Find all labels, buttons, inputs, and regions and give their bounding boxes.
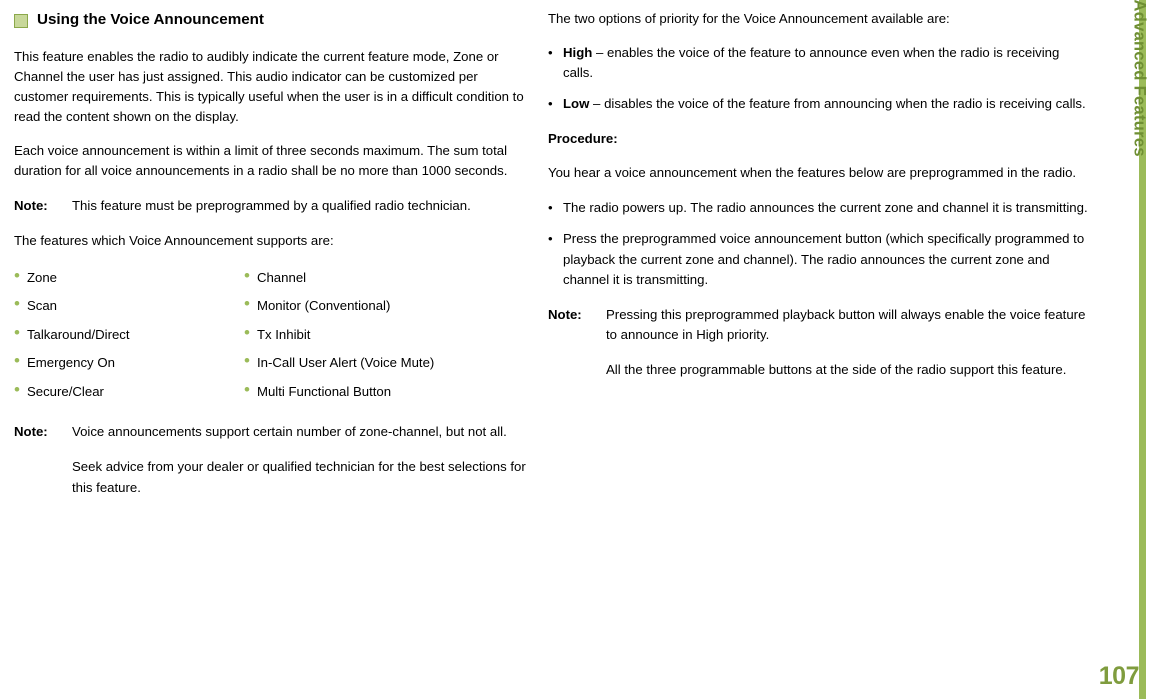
bullet-dot-icon: • [244, 351, 250, 371]
feature-label: Channel [256, 269, 307, 285]
paragraph-duration-limits: Each voice announcement is within a limi… [14, 143, 508, 179]
list-item: • In-Call User Alert (Voice Mute) [244, 351, 534, 373]
document-page: Using the Voice Announcement This featur… [0, 0, 1169, 699]
list-item: • Channel [244, 265, 534, 288]
feature-label: In-Call User Alert (Voice Mute) [256, 355, 435, 371]
option-name: Low [563, 96, 590, 112]
section-marker-icon [14, 13, 28, 28]
note-preprogramming: Note: This feature must be preprogrammed… [14, 196, 534, 216]
list-item: • Multi Functional Button [244, 379, 534, 402]
list-item: • Emergency On [14, 351, 244, 373]
procedure-heading: Procedure: [548, 131, 618, 147]
list-item: • Secure/Clear [14, 379, 244, 402]
bullet-dot-icon: • [14, 322, 20, 342]
note-zone-channel-support: Note: Voice announcements support certai… [14, 422, 534, 497]
list-item: • Zone [14, 265, 244, 288]
paragraph-priority-intro: The two options of priority for the Voic… [548, 11, 950, 26]
right-column: The two options of priority for the Voic… [548, 0, 1088, 380]
table-row: • Emergency On • In-Call User Alert (Voi… [14, 350, 534, 379]
option-dash: – [595, 45, 604, 61]
list-item: • Tx Inhibit [244, 322, 534, 345]
feature-label: Talkaround/Direct [26, 326, 130, 342]
option-description: disables the voice of the feature from a… [604, 96, 1086, 112]
bullet-dot-icon: • [14, 351, 20, 371]
list-item: • Scan [14, 294, 244, 316]
note-text: This feature must be preprogrammed by a … [72, 198, 471, 214]
sidebar-accent-bar-lower [1139, 630, 1146, 699]
note-text-primary: Pressing this preprogrammed playback but… [606, 306, 1086, 342]
step-text: The radio powers up. The radio announces… [563, 200, 1088, 216]
chapter-label: Advanced Features [1130, 0, 1149, 157]
bullet-dot-icon: • [548, 231, 553, 247]
list-item: • Talkaround/Direct [14, 322, 244, 345]
bullet-dot-icon: • [244, 265, 250, 285]
note-body: This feature must be preprogrammed by a … [72, 196, 534, 216]
page-number: 107 [1098, 662, 1140, 690]
option-dash: – [593, 96, 601, 112]
supported-features-table: • Zone • Channel • Scan • Monitor (Conve… [14, 265, 534, 408]
feature-label: Tx Inhibit [256, 326, 311, 342]
note-text-secondary: All the three programmable buttons at th… [606, 361, 1067, 377]
feature-label: Emergency On [26, 355, 115, 371]
bullet-dot-icon: • [14, 379, 20, 399]
note-text-primary: Voice announcements support certain numb… [72, 424, 507, 440]
bullet-dot-icon: • [244, 322, 250, 342]
table-row: • Scan • Monitor (Conventional) [14, 293, 534, 322]
option-name: High [563, 45, 593, 61]
bullet-dot-icon: • [244, 294, 250, 314]
note-label: Note: [14, 424, 48, 440]
note-label: Note: [548, 306, 582, 322]
note-body: Voice announcements support certain numb… [72, 422, 534, 497]
list-item: • Monitor (Conventional) [244, 294, 534, 316]
note-text-secondary: Seek advice from your dealer or qualifie… [72, 459, 526, 495]
left-column: Using the Voice Announcement This featur… [14, 0, 534, 498]
option-description: enables the voice of the feature to anno… [563, 45, 1060, 81]
list-item-step-power-up: • The radio powers up. The radio announc… [548, 198, 1088, 218]
list-item-high-priority: • High – enables the voice of the featur… [548, 43, 1088, 83]
paragraph-procedure-intro: You hear a voice announcement when the f… [548, 165, 1077, 181]
option-text: High – enables the voice of the feature … [563, 43, 1088, 83]
step-text: Press the preprogrammed voice announceme… [563, 231, 1085, 287]
bullet-dot-icon: • [548, 45, 553, 61]
paragraph-supported-features-intro: The features which Voice Announcement su… [14, 232, 334, 248]
note-body: Pressing this preprogrammed playback but… [606, 305, 1088, 380]
note-label: Note: [14, 198, 48, 214]
option-text: Low – disables the voice of the feature … [563, 94, 1088, 114]
feature-label: Monitor (Conventional) [256, 298, 391, 314]
list-item-low-priority: • Low – disables the voice of the featur… [548, 94, 1088, 114]
section-title-row: Using the Voice Announcement [14, 8, 534, 31]
page-title: Using the Voice Announcement [37, 11, 264, 28]
bullet-dot-icon: • [548, 200, 553, 216]
note-playback-priority: Note: Pressing this preprogrammed playba… [548, 305, 1088, 380]
bullet-dot-icon: • [14, 265, 20, 285]
procedure-steps-list: • The radio powers up. The radio announc… [548, 198, 1088, 289]
chapter-sidebar: Advanced Features [1131, 0, 1169, 699]
bullet-dot-icon: • [14, 294, 20, 314]
table-row: • Talkaround/Direct • Tx Inhibit [14, 322, 534, 351]
table-row: • Secure/Clear • Multi Functional Button [14, 379, 534, 408]
priority-options-list: • High – enables the voice of the featur… [548, 43, 1088, 114]
table-row: • Zone • Channel [14, 265, 534, 294]
feature-label: Zone [26, 269, 58, 285]
bullet-dot-icon: • [548, 96, 553, 112]
feature-label: Scan [26, 298, 58, 314]
bullet-dot-icon: • [244, 379, 250, 399]
paragraph-feature-description: This feature enables the radio to audibl… [14, 49, 524, 125]
list-item-step-press-button: • Press the preprogrammed voice announce… [548, 229, 1088, 289]
feature-label: Secure/Clear [26, 383, 104, 399]
feature-label: Multi Functional Button [256, 383, 392, 399]
